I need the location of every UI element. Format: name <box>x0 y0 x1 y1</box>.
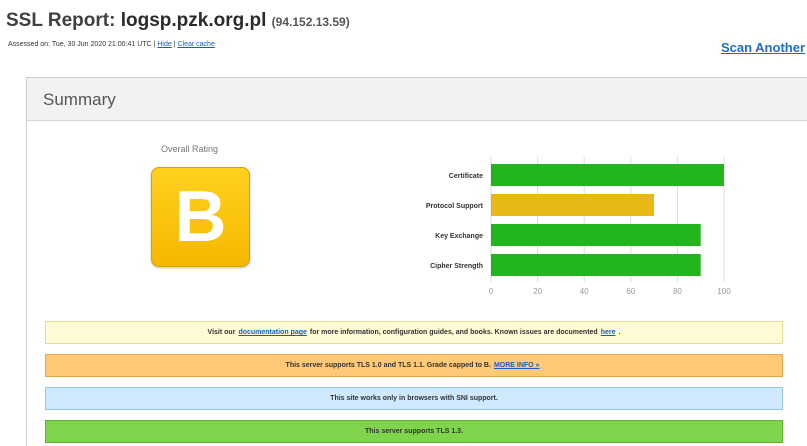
rating-chart: 0 20 40 60 80 100 Certificate Protocol Support K… <box>367 155 731 296</box>
chart-bar <box>491 224 701 246</box>
report-title: SSL Report: logsp.pzk.org.pl (94.152.13.… <box>6 10 350 32</box>
summary-title: Summary <box>43 90 116 109</box>
known-issues-link[interactable]: here <box>601 329 616 336</box>
documentation-notice: Visit our documentation page for more in… <box>45 321 783 344</box>
chart-category-label: Key Exchange <box>435 233 483 240</box>
title-prefix: SSL Report: <box>6 10 116 31</box>
hostname: logsp.pzk.org.pl <box>120 10 267 31</box>
assessed-info: Assessed on: Tue, 30 Jun 2020 21:00:41 U… <box>8 41 215 48</box>
chart-tick-label: 0 <box>489 287 494 296</box>
chart-bar <box>491 254 701 276</box>
assessed-date: Tue, 30 Jun 2020 21:00:41 UTC <box>51 41 152 48</box>
doc-notice-text-after: . <box>618 329 621 336</box>
chart-tick-label: 40 <box>580 287 589 296</box>
rating-chart-svg: 0 20 40 60 80 100 Certificate Protocol Support K… <box>426 157 731 296</box>
tls-warning-notice: This server supports TLS 1.0 and TLS 1.1… <box>45 354 783 377</box>
hide-link[interactable]: Hide <box>157 41 171 48</box>
chart-category-label: Certificate <box>449 173 483 180</box>
chart-tick-label: 80 <box>673 287 682 296</box>
tls13-notice-text: This server supports TLS 1.3. <box>364 428 464 435</box>
ip-address: (94.152.13.59) <box>271 15 350 29</box>
clear-cache-link[interactable]: Clear cache <box>177 41 214 48</box>
separator: | <box>173 41 176 48</box>
assessed-label: Assessed on: <box>8 41 51 48</box>
scan-another-link[interactable]: Scan Another <box>721 40 805 55</box>
grade-letter: B <box>174 177 227 257</box>
more-info-link[interactable]: MORE INFO » <box>494 362 540 369</box>
chart-bar <box>491 164 724 186</box>
chart-tick-label: 100 <box>717 287 731 296</box>
separator: | <box>153 41 156 48</box>
tls13-notice: This server supports TLS 1.3. <box>45 420 783 443</box>
tls-warning-text: This server supports TLS 1.0 and TLS 1.1… <box>285 362 491 369</box>
sni-notice-text: This site works only in browsers with SN… <box>330 395 498 402</box>
sni-notice: This site works only in browsers with SN… <box>45 387 783 410</box>
chart-category-label: Cipher Strength <box>430 263 483 270</box>
summary-panel: Summary Overall Rating B 0 20 40 60 80 100 Cer… <box>26 77 807 446</box>
chart-tick-label: 60 <box>626 287 635 296</box>
overall-rating-label: Overall Rating <box>161 144 219 154</box>
chart-tick-label: 20 <box>533 287 542 296</box>
documentation-page-link[interactable]: documentation page <box>238 329 306 336</box>
summary-header: Summary <box>27 78 807 121</box>
chart-bar <box>491 194 655 216</box>
doc-notice-text-middle: for more information, configuration guid… <box>309 329 598 336</box>
grade-badge: B <box>151 167 250 267</box>
chart-category-label: Protocol Support <box>426 203 484 210</box>
doc-notice-text-before: Visit our <box>207 329 236 336</box>
